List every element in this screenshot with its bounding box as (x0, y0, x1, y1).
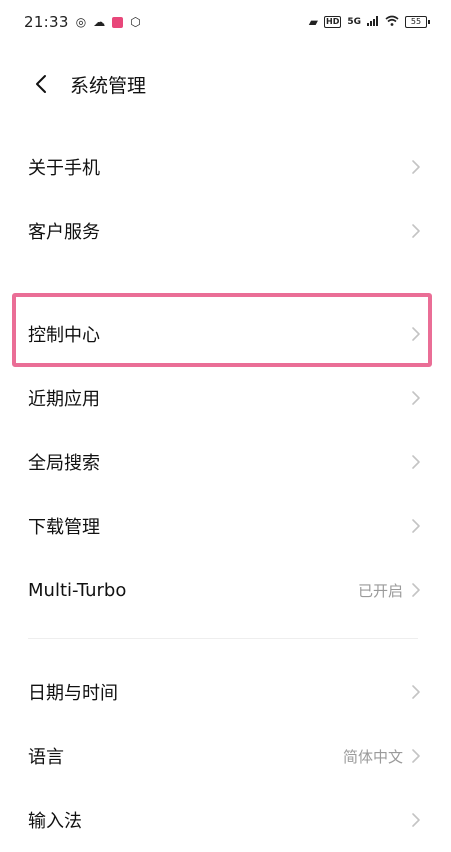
settings-row-right (411, 223, 421, 239)
settings-row-right (411, 684, 421, 700)
settings-group-2: 控制中心近期应用全局搜索下载管理 Multi-Turbo 已开启 (0, 302, 451, 622)
settings-row-label: 关于手机 (28, 158, 100, 179)
data-speed-icon: ▰ (308, 15, 318, 29)
cloud-icon: ☁ (93, 15, 106, 29)
settings-row[interactable]: 近期应用 (0, 366, 451, 430)
hd-icon: HD (324, 16, 342, 28)
settings-row[interactable]: 语言 简体中文 (0, 724, 451, 788)
settings-row-value: 简体中文 (342, 747, 403, 766)
chevron-right-icon (412, 749, 420, 763)
settings-row[interactable]: 输入法 (0, 788, 451, 852)
settings-row[interactable]: 关于手机 (0, 135, 451, 199)
chevron-right-icon (412, 685, 420, 699)
settings-row-right (411, 326, 421, 342)
status-right: ▰ HD 5G 55 (308, 15, 430, 29)
settings-row[interactable]: 控制中心 (0, 302, 451, 366)
settings-row[interactable]: 下载管理 (0, 494, 451, 558)
settings-row-right (411, 159, 421, 175)
settings-row-label: 日期与时间 (28, 683, 118, 704)
status-time: 21:33 (24, 13, 69, 31)
settings-row[interactable]: Multi-Turbo 已开启 (0, 558, 451, 622)
settings-row-right: 已开启 (358, 580, 421, 601)
settings-row-label: 语言 (28, 747, 64, 768)
settings-row-label: 客户服务 (28, 222, 100, 243)
settings-group-1: 关于手机 客户服务 (0, 135, 451, 263)
battery-icon: 55 (405, 16, 430, 28)
chevron-right-icon (412, 519, 420, 533)
chevron-right-icon (412, 455, 420, 469)
section-divider (28, 638, 418, 639)
chevron-right-icon (412, 391, 420, 405)
settings-row-right (411, 812, 421, 828)
settings-row-label: 控制中心 (28, 325, 100, 346)
settings-row-label: 输入法 (28, 811, 82, 832)
settings-row-label: Multi-Turbo (28, 579, 127, 601)
wifi-icon (385, 15, 399, 29)
back-arrow-icon[interactable] (14, 58, 70, 110)
settings-row-label: 近期应用 (28, 389, 100, 410)
chevron-right-icon (412, 224, 420, 238)
settings-row[interactable]: 日期与时间 (0, 660, 451, 724)
weibo-icon: ◎ (75, 15, 87, 29)
signal-bars-icon (367, 15, 379, 29)
chevron-right-icon (412, 327, 420, 341)
settings-row-label: 全局搜索 (28, 453, 100, 474)
settings-row[interactable]: 全局搜索 (0, 430, 451, 494)
settings-row-right (411, 454, 421, 470)
settings-row-value: 已开启 (357, 581, 403, 600)
app-notification-icon (112, 16, 124, 28)
status-bar: 21:33 ◎ ☁ ⬡ ▰ HD 5G 55 (0, 0, 451, 44)
chevron-right-icon (412, 813, 420, 827)
settings-row-right (411, 390, 421, 406)
status-left: 21:33 ◎ ☁ ⬡ (24, 13, 141, 31)
settings-row-label: 下载管理 (28, 517, 100, 538)
page-title: 系统管理 (70, 74, 147, 97)
settings-row-right: 简体中文 (343, 746, 421, 767)
settings-row-right (411, 518, 421, 534)
signal-label: 5G (347, 17, 361, 27)
settings-row[interactable]: 客户服务 (0, 199, 451, 263)
page-header: 系统管理 (0, 58, 451, 110)
settings-group-3: 日期与时间语言 简体中文输入法 (0, 660, 451, 852)
chevron-right-icon (412, 583, 420, 597)
hexagon-icon: ⬡ (130, 15, 141, 29)
chevron-right-icon (412, 160, 420, 174)
